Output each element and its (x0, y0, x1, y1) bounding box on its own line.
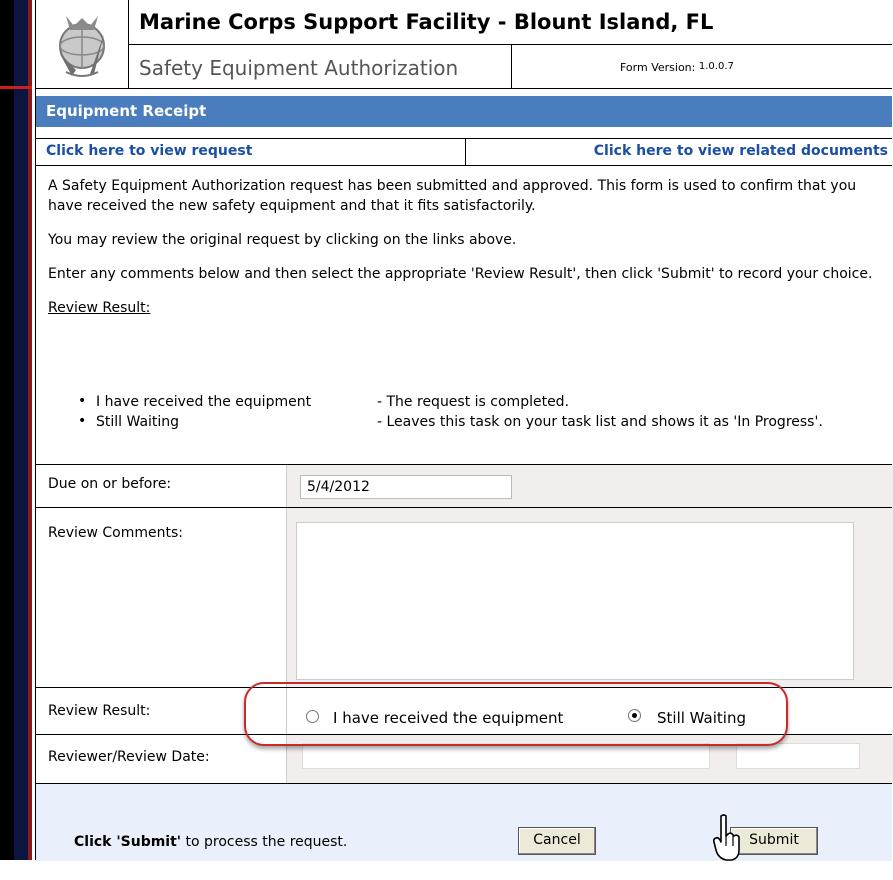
review-result-label: Review Result: (48, 703, 151, 719)
links-row: Click here to view request Click here to… (36, 138, 892, 166)
comments-row: Review Comments: (36, 507, 893, 688)
due-date-row: Due on or before: 5/4/2012 (36, 464, 893, 507)
option-name-waiting: Still Waiting (96, 414, 180, 430)
option-desc-waiting: - Leaves this task on your task list and… (377, 413, 877, 432)
option-desc-received: - The request is completed. (377, 394, 570, 410)
view-request-link[interactable]: Click here to view request (46, 143, 252, 159)
version-cell: Form Version: 1.0.0.7 (512, 45, 892, 88)
form-version: Form Version: 1.0.0.7 (620, 61, 734, 74)
left-border-black (0, 0, 14, 860)
bullet-icon: • (78, 413, 87, 429)
submit-button[interactable]: Submit (730, 827, 818, 855)
review-result-highlight (244, 682, 788, 746)
left-border-navy (14, 0, 28, 860)
page-title: Marine Corps Support Facility - Blount I… (139, 10, 714, 34)
instructions-paragraph-1: A Safety Equipment Authorization request… (48, 178, 857, 214)
instructions-paragraph-3: Enter any comments below and then select… (48, 266, 873, 282)
section-title: Equipment Receipt (46, 102, 207, 120)
version-number: 1.0.0.7 (698, 61, 734, 72)
reviewer-label: Reviewer/Review Date: (48, 749, 210, 765)
cancel-button[interactable]: Cancel (518, 827, 596, 855)
links-divider (465, 139, 466, 165)
option-name-received: I have received the equipment (96, 394, 312, 410)
bullet-icon: • (78, 393, 87, 409)
view-documents-link[interactable]: Click here to view related documents (594, 143, 888, 159)
form-header: Marine Corps Support Facility - Blount I… (36, 0, 892, 89)
usmc-emblem-icon (59, 16, 105, 77)
submit-instruction: Click 'Submit' to process the request. (74, 834, 347, 850)
review-date-field[interactable] (736, 743, 860, 769)
hand-cursor-icon (712, 814, 740, 861)
option-desc-waiting-text: - Leaves this task on your task list and… (377, 414, 823, 430)
section-header-bar: Equipment Receipt (36, 96, 892, 127)
due-date-field[interactable]: 5/4/2012 (300, 475, 512, 499)
logo-cell (36, 0, 129, 88)
form-footer: Click 'Submit' to process the request. C… (36, 783, 892, 861)
comments-label: Review Comments: (48, 525, 184, 541)
due-date-label: Due on or before: (48, 476, 172, 492)
submit-instruction-rest: to process the request. (181, 834, 348, 850)
title-cell: Marine Corps Support Facility - Blount I… (129, 0, 892, 45)
reviewer-field[interactable] (302, 743, 710, 769)
instructions: A Safety Equipment Authorization request… (48, 176, 878, 318)
review-result-heading: Review Result: (48, 300, 151, 316)
subtitle-cell: Safety Equipment Authorization (129, 45, 512, 88)
review-comments-textarea[interactable] (296, 522, 854, 680)
submit-instruction-bold: Click 'Submit' (74, 834, 182, 850)
red-accent-line (0, 86, 32, 89)
form-subtitle: Safety Equipment Authorization (139, 56, 459, 80)
version-label: Form Version: (620, 61, 696, 74)
instructions-paragraph-2: You may review the original request by c… (48, 232, 517, 248)
